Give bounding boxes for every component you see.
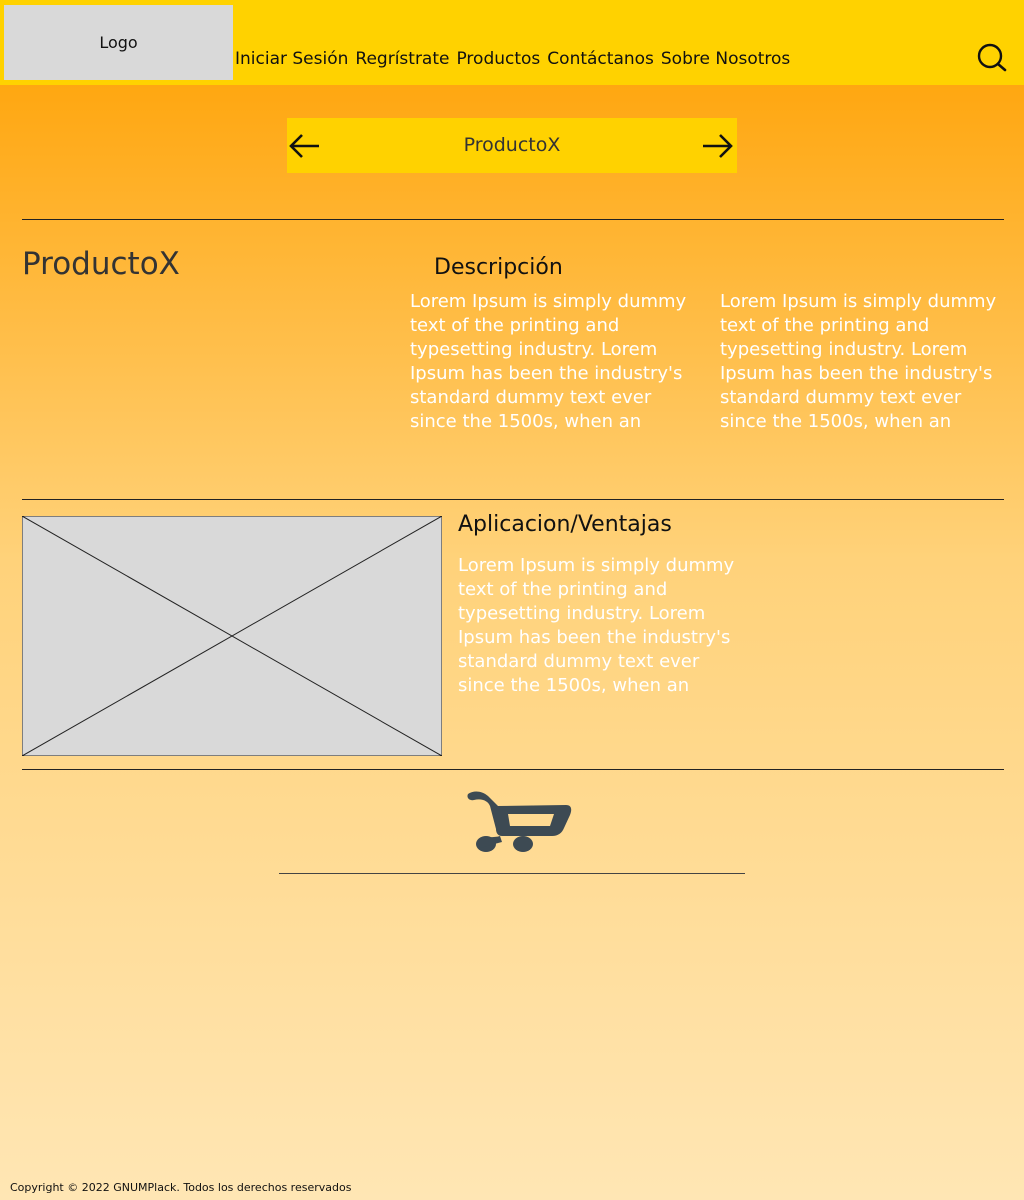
arrow-right-icon[interactable] bbox=[701, 132, 735, 160]
search-icon[interactable] bbox=[975, 43, 1007, 75]
product-carousel: ProductoX bbox=[287, 118, 737, 173]
nav-item-login[interactable]: Iniciar Sesión bbox=[235, 49, 348, 69]
nav-item-register[interactable]: Regrístrate bbox=[355, 49, 449, 69]
applications-text: Lorem Ipsum is simply dummy text of the … bbox=[458, 555, 735, 696]
applications-title: Aplicacion/Ventajas bbox=[458, 512, 672, 537]
cart-underline bbox=[279, 873, 745, 874]
nav-item-contact[interactable]: Contáctanos bbox=[547, 49, 654, 69]
divider bbox=[22, 499, 1004, 500]
main-nav: Iniciar Sesión Regrístrate Productos Con… bbox=[235, 49, 797, 69]
header: Logo Iniciar Sesión Regrístrate Producto… bbox=[0, 0, 1024, 85]
description-text-col2: Lorem Ipsum is simply dummy text of the … bbox=[720, 291, 997, 432]
carousel-title: ProductoX bbox=[463, 134, 561, 156]
nav-item-about[interactable]: Sobre Nosotros bbox=[661, 49, 790, 69]
divider bbox=[22, 219, 1004, 220]
divider bbox=[22, 769, 1004, 770]
footer-copyright: Copyright © 2022 GNUMPlack. Todos los de… bbox=[10, 1181, 352, 1194]
image-placeholder bbox=[22, 516, 442, 756]
description-text-col1: Lorem Ipsum is simply dummy text of the … bbox=[410, 291, 687, 432]
product-name: ProductoX bbox=[22, 246, 180, 282]
description-title: Descripción bbox=[434, 255, 563, 280]
logo[interactable]: Logo bbox=[4, 5, 233, 80]
cart-icon[interactable] bbox=[466, 790, 572, 856]
nav-item-products[interactable]: Productos bbox=[456, 49, 540, 69]
